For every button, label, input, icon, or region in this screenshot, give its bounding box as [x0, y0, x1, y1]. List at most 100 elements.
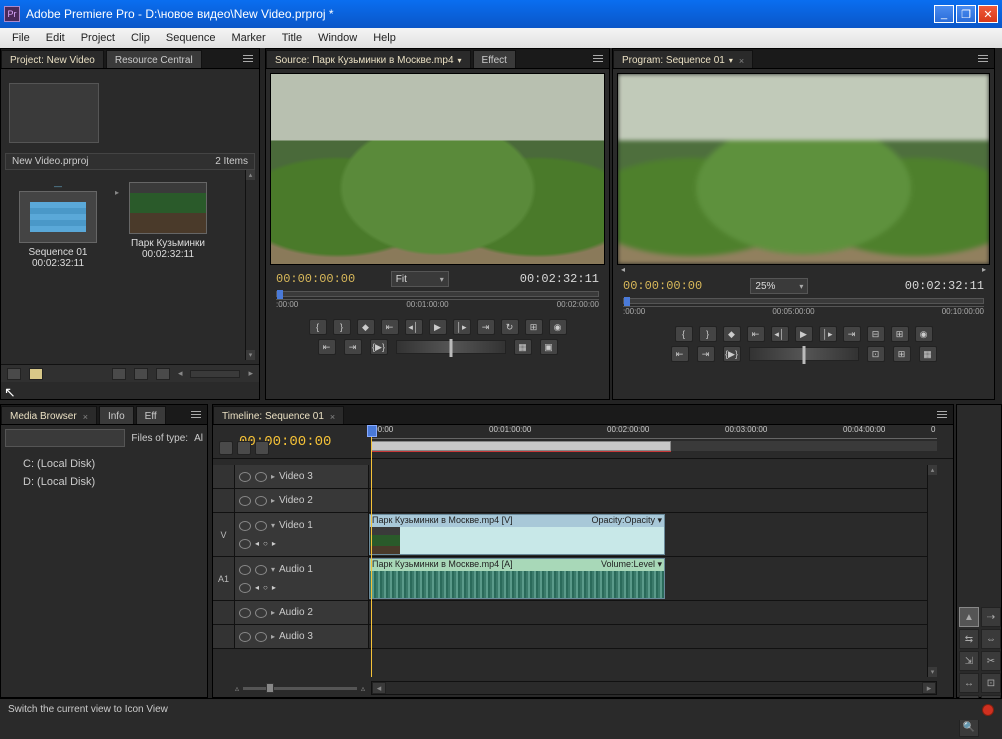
- directory-dropdown[interactable]: [5, 429, 125, 447]
- menu-clip[interactable]: Clip: [123, 30, 158, 46]
- prev-marker-button[interactable]: ⇤: [318, 339, 336, 355]
- rate-stretch-tool[interactable]: ⇲: [959, 651, 979, 671]
- next-edit-triangle[interactable]: ▸: [982, 265, 986, 274]
- tab-source[interactable]: Source: Парк Кузьминки в Москве.mp4▾: [266, 50, 471, 68]
- lift-button[interactable]: ⊟: [867, 326, 885, 342]
- sync-lock-icon[interactable]: [237, 441, 251, 455]
- prev-edit-triangle[interactable]: ◂: [621, 265, 625, 274]
- panel-menu-icon[interactable]: [976, 51, 990, 65]
- fit-dropdown[interactable]: Fit: [391, 271, 449, 287]
- audio-clip[interactable]: Парк Кузьминки в Москве.mp4 [A]Volume:Le…: [369, 558, 665, 599]
- prev-marker-button[interactable]: ⇤: [671, 346, 689, 362]
- bin-item-sequence[interactable]: — Sequence 01 00:02:32:11: [13, 182, 103, 348]
- go-to-prev-button[interactable]: ⇤: [747, 326, 765, 342]
- multi-camera-button[interactable]: ⊞: [893, 346, 911, 362]
- next-marker-button[interactable]: ⇥: [697, 346, 715, 362]
- tab-resource-central[interactable]: Resource Central: [106, 50, 202, 68]
- insert-button[interactable]: ▦: [514, 339, 532, 355]
- maximize-button[interactable]: ❐: [956, 5, 976, 23]
- output-button[interactable]: ◉: [915, 326, 933, 342]
- overwrite-button[interactable]: ▣: [540, 339, 558, 355]
- next-keyframe-icon[interactable]: ▸: [272, 539, 276, 549]
- multicam-record-button[interactable]: ▦: [919, 346, 937, 362]
- timeline-zoom-slider[interactable]: ▵▵: [235, 681, 365, 695]
- next-marker-button[interactable]: ⇥: [344, 339, 362, 355]
- play-in-out-button[interactable]: {▶}: [370, 339, 388, 355]
- bin-item-clip[interactable]: Парк Кузьминки 00:02:32:11: [123, 182, 213, 260]
- solo-icon[interactable]: [255, 608, 267, 618]
- mute-icon[interactable]: [239, 632, 251, 642]
- timeline-hscrollbar[interactable]: ◂▸: [371, 681, 937, 695]
- tab-program[interactable]: Program: Sequence 01▾×: [613, 50, 753, 68]
- menu-project[interactable]: Project: [73, 30, 123, 46]
- panel-menu-icon[interactable]: [241, 51, 255, 65]
- go-to-in-button[interactable]: ⇤: [381, 319, 399, 335]
- step-back-button[interactable]: ◂│: [405, 319, 423, 335]
- track-select-tool[interactable]: ⇢: [981, 607, 1001, 627]
- set-marker-button[interactable]: ◆: [357, 319, 375, 335]
- icon-view-button[interactable]: [29, 368, 43, 380]
- list-view-button[interactable]: [7, 368, 21, 380]
- safe-margin-button[interactable]: ⊞: [525, 319, 543, 335]
- drive-d[interactable]: D: (Local Disk): [9, 473, 199, 491]
- toggle-track-lock-icon[interactable]: [255, 521, 267, 531]
- step-forward-button[interactable]: │▸: [819, 326, 837, 342]
- shuttle-slider[interactable]: [396, 340, 506, 354]
- step-back-button[interactable]: ◂│: [771, 326, 789, 342]
- program-timecode-in[interactable]: 00:00:00:00: [623, 279, 702, 293]
- toggle-track-output-icon[interactable]: [239, 472, 251, 482]
- slide-tool[interactable]: ⊡: [981, 673, 1001, 693]
- prev-keyframe-icon[interactable]: ◂: [255, 539, 259, 549]
- mark-out-button[interactable]: }: [699, 326, 717, 342]
- selection-tool[interactable]: ▲: [959, 607, 979, 627]
- find-button[interactable]: [112, 368, 126, 380]
- mark-out-button[interactable]: }: [333, 319, 351, 335]
- marker-icon[interactable]: [255, 441, 269, 455]
- trim-button[interactable]: ⊡: [867, 346, 885, 362]
- shuttle-slider[interactable]: [749, 347, 859, 361]
- work-area-bar[interactable]: [371, 441, 671, 451]
- solo-icon[interactable]: [255, 565, 267, 575]
- next-keyframe-icon[interactable]: ▸: [272, 583, 276, 593]
- add-keyframe-icon[interactable]: ○: [263, 539, 268, 549]
- go-to-next-button[interactable]: ⇥: [843, 326, 861, 342]
- playhead[interactable]: [371, 425, 372, 677]
- program-video-display[interactable]: [617, 73, 990, 265]
- keyframe-button[interactable]: [239, 539, 251, 549]
- zoom-tool[interactable]: 🔍: [959, 717, 979, 737]
- prev-keyframe-icon[interactable]: ◂: [255, 583, 259, 593]
- tab-effect-controls[interactable]: Effect: [473, 50, 516, 68]
- files-of-type-value[interactable]: Al: [194, 433, 203, 444]
- solo-icon[interactable]: [255, 632, 267, 642]
- panel-menu-icon[interactable]: [935, 407, 949, 421]
- set-marker-button[interactable]: ◆: [723, 326, 741, 342]
- play-button[interactable]: ▶: [429, 319, 447, 335]
- loop-button[interactable]: ↻: [501, 319, 519, 335]
- panel-menu-icon[interactable]: [189, 407, 203, 421]
- mark-in-button[interactable]: {: [309, 319, 327, 335]
- tab-media-browser[interactable]: Media Browser×: [1, 406, 97, 424]
- add-keyframe-icon[interactable]: ○: [263, 583, 268, 593]
- source-timecode-in[interactable]: 00:00:00:00: [276, 272, 355, 286]
- mute-icon[interactable]: [239, 608, 251, 618]
- panel-menu-icon[interactable]: [591, 51, 605, 65]
- keyframe-button[interactable]: [239, 583, 251, 593]
- track-target-a1[interactable]: A1: [213, 557, 235, 600]
- rolling-edit-tool[interactable]: ⇔: [981, 629, 1001, 649]
- drive-c[interactable]: C: (Local Disk): [9, 455, 199, 473]
- go-to-out-button[interactable]: ⇥: [477, 319, 495, 335]
- menu-file[interactable]: File: [4, 30, 38, 46]
- slip-tool[interactable]: ↔: [959, 673, 979, 693]
- timeline-ruler[interactable]: :00:00 00:01:00:00 00:02:00:00 00:03:00:…: [371, 425, 937, 465]
- minimize-button[interactable]: _: [934, 5, 954, 23]
- extract-button[interactable]: ⊞: [891, 326, 909, 342]
- tab-info[interactable]: Info: [99, 406, 134, 424]
- tab-project[interactable]: Project: New Video: [1, 50, 104, 68]
- new-bin-button[interactable]: [134, 368, 148, 380]
- video-clip[interactable]: Парк Кузьминки в Москве.mp4 [V]Opacity:O…: [369, 514, 665, 555]
- project-scrollbar[interactable]: ▴▾: [245, 170, 255, 360]
- menu-window[interactable]: Window: [310, 30, 365, 46]
- menu-marker[interactable]: Marker: [223, 30, 273, 46]
- toggle-track-lock-icon[interactable]: [255, 472, 267, 482]
- status-indicator-icon[interactable]: [982, 704, 994, 716]
